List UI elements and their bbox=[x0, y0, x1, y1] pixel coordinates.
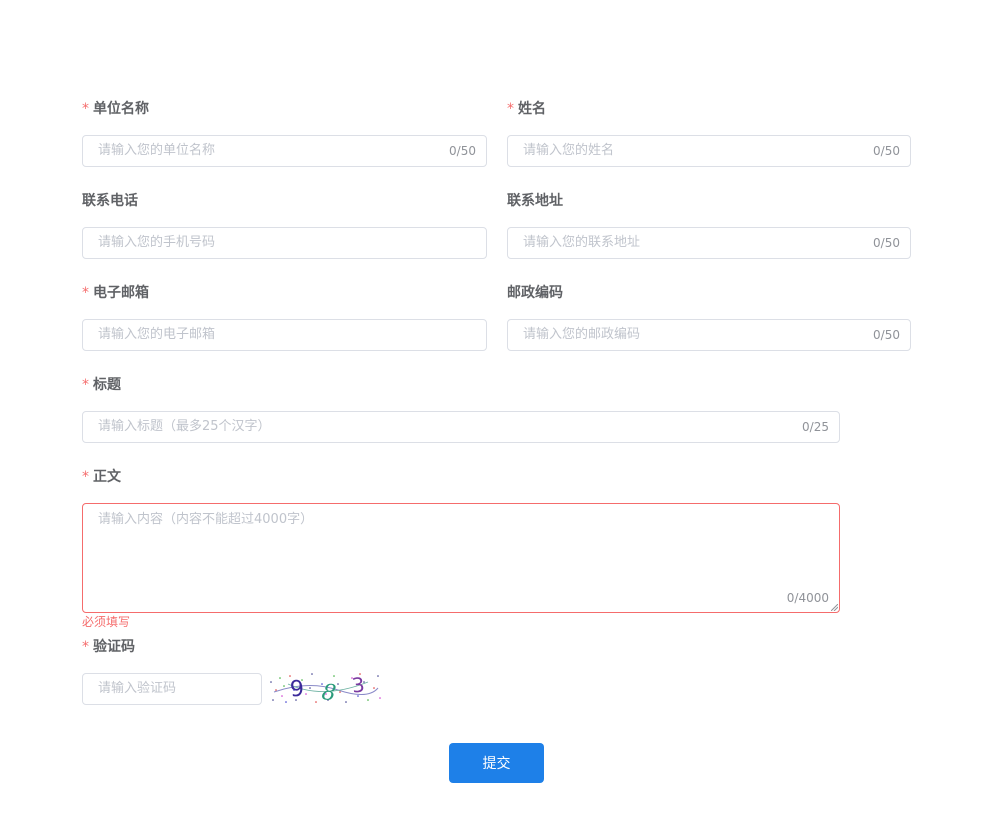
title-label-text: 标题 bbox=[93, 377, 121, 393]
postcode-field[interactable]: 0/50 bbox=[507, 319, 911, 351]
unit-char-count: 0/50 bbox=[449, 144, 476, 158]
address-field[interactable]: 0/50 bbox=[507, 227, 911, 259]
unit-label-text: 单位名称 bbox=[93, 101, 149, 117]
name-label: * 姓名 bbox=[507, 100, 546, 118]
required-mark: * bbox=[82, 469, 89, 485]
required-mark: * bbox=[82, 639, 89, 655]
unit-field[interactable]: 0/50 bbox=[82, 135, 487, 167]
body-label: * 正文 bbox=[82, 468, 121, 486]
title-label: * 标题 bbox=[82, 376, 121, 394]
required-mark: * bbox=[82, 377, 89, 393]
title-field[interactable]: 0/25 bbox=[82, 411, 840, 443]
address-input[interactable] bbox=[523, 228, 863, 258]
body-char-count: 0/4000 bbox=[786, 591, 829, 605]
phone-label: 联系电话 bbox=[82, 192, 138, 210]
name-label-text: 姓名 bbox=[518, 101, 546, 117]
svg-text:3: 3 bbox=[351, 672, 366, 697]
postcode-input[interactable] bbox=[523, 320, 863, 350]
address-char-count: 0/50 bbox=[873, 236, 900, 250]
postcode-label-text: 邮政编码 bbox=[507, 285, 563, 301]
required-mark: * bbox=[82, 285, 89, 301]
resize-handle-icon[interactable] bbox=[831, 604, 838, 611]
address-label-text: 联系地址 bbox=[507, 193, 563, 209]
svg-text:8: 8 bbox=[320, 680, 337, 706]
body-field[interactable]: 0/4000 bbox=[82, 503, 840, 613]
captcha-input[interactable] bbox=[98, 674, 253, 704]
name-input[interactable] bbox=[523, 136, 863, 166]
unit-label: * 单位名称 bbox=[82, 100, 149, 118]
required-mark: * bbox=[82, 101, 89, 117]
phone-label-text: 联系电话 bbox=[82, 193, 138, 209]
address-label: 联系地址 bbox=[507, 192, 563, 210]
svg-text:9: 9 bbox=[289, 677, 305, 703]
submit-button[interactable]: 提交 bbox=[449, 743, 544, 783]
title-input[interactable] bbox=[98, 412, 788, 442]
body-error-message: 必须填写 bbox=[82, 615, 131, 629]
title-char-count: 0/25 bbox=[802, 420, 829, 434]
captcha-image[interactable]: 9 8 3 bbox=[268, 670, 382, 706]
phone-field[interactable] bbox=[82, 227, 487, 259]
email-label-text: 电子邮箱 bbox=[93, 285, 149, 301]
email-label: * 电子邮箱 bbox=[82, 284, 149, 302]
email-input[interactable] bbox=[98, 320, 473, 350]
captcha-label-text: 验证码 bbox=[93, 639, 135, 655]
captcha-label: * 验证码 bbox=[82, 638, 135, 656]
name-char-count: 0/50 bbox=[873, 144, 900, 158]
email-field[interactable] bbox=[82, 319, 487, 351]
postcode-char-count: 0/50 bbox=[873, 328, 900, 342]
body-label-text: 正文 bbox=[93, 469, 121, 485]
unit-input[interactable] bbox=[98, 136, 438, 166]
required-mark: * bbox=[507, 101, 514, 117]
postcode-label: 邮政编码 bbox=[507, 284, 563, 302]
body-textarea[interactable] bbox=[98, 510, 818, 606]
name-field[interactable]: 0/50 bbox=[507, 135, 911, 167]
phone-input[interactable] bbox=[98, 228, 473, 258]
captcha-field[interactable] bbox=[82, 673, 262, 705]
